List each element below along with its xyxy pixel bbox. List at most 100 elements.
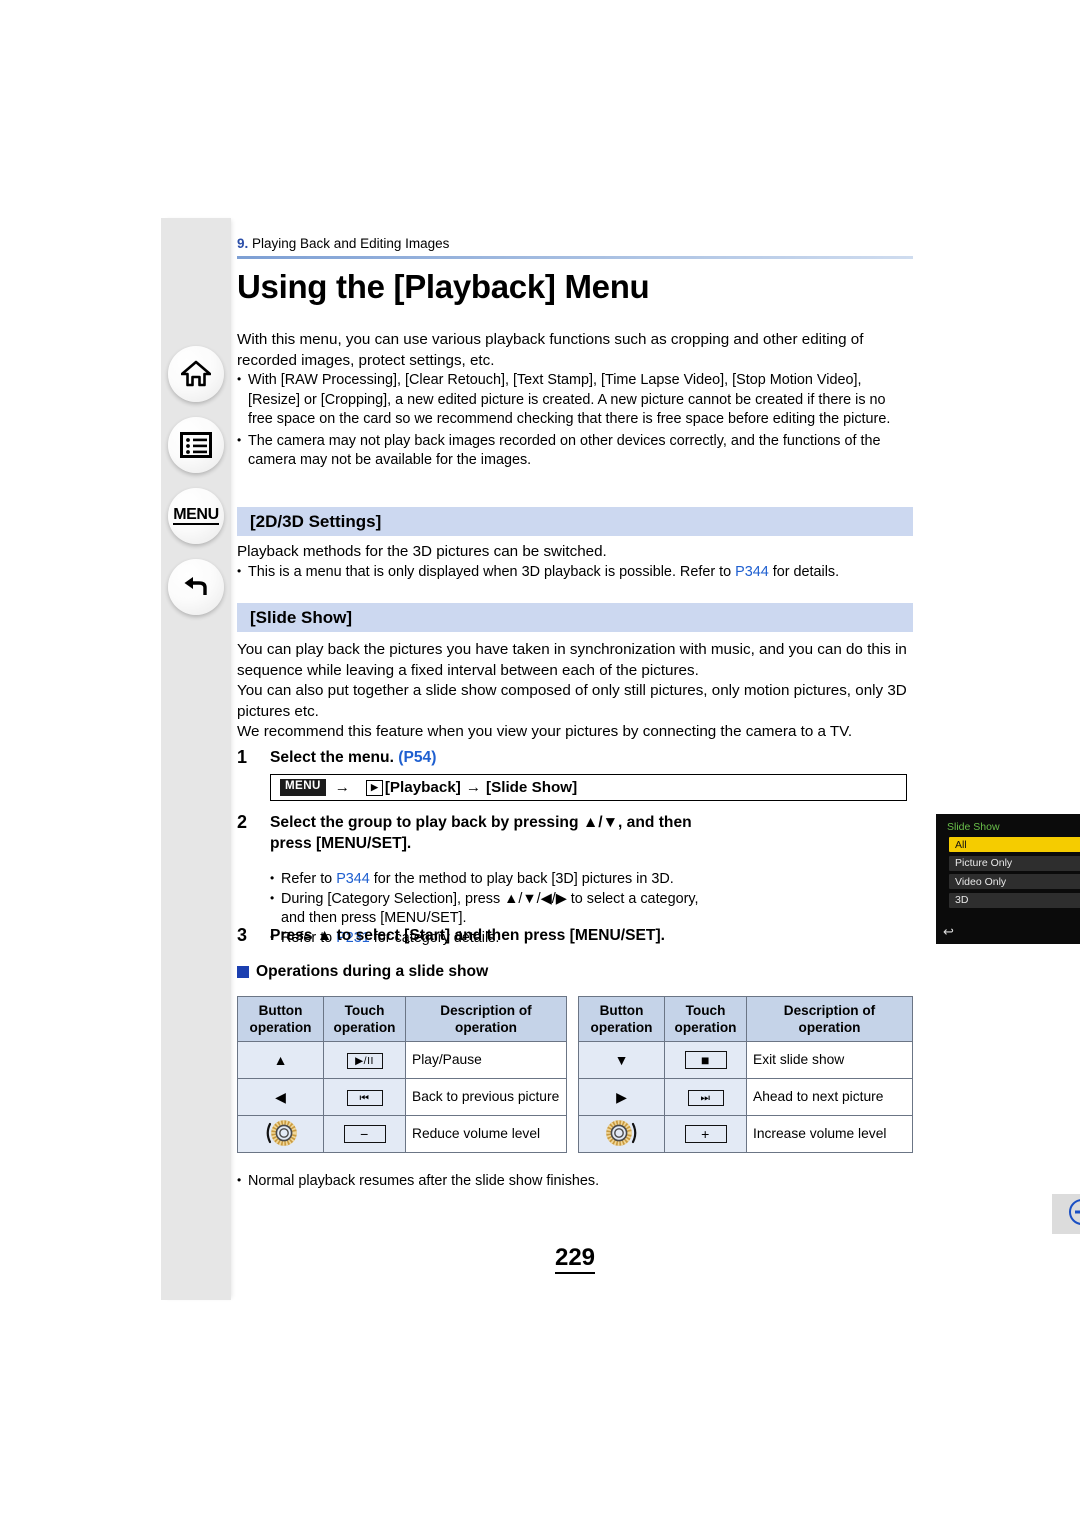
bullet-post: for the method to play back [3D] picture… (369, 871, 674, 887)
description-cell: Reduce volume level (405, 1115, 567, 1153)
col-line1: Description of (783, 1002, 876, 1018)
menu-button[interactable]: MENU (168, 488, 224, 544)
camera-screen-illustration: Slide Show All Picture Only Video Only 3… (936, 814, 1080, 944)
lcd-option-video-only[interactable]: Video Only (949, 874, 1080, 889)
col-line2: operation (674, 1020, 737, 1035)
touch-cell: ⏭ (664, 1078, 747, 1116)
step-3: 3 Press ▲ to select [Start] and then pre… (237, 925, 913, 946)
col-line1: Touch (685, 1002, 726, 1018)
plus-icon: + (684, 1125, 727, 1143)
page-link-P344-b[interactable]: P344 (336, 871, 370, 887)
button-cell: ◀ (237, 1078, 324, 1116)
operations-table-left: Button operation Touch operation Descrip… (237, 996, 567, 1153)
lcd-title: Slide Show (947, 821, 1000, 833)
section-heading-2d3d: [2D/3D Settings] (237, 507, 913, 536)
col-line1: Button (599, 1002, 644, 1018)
button-cell: ▶ (578, 1078, 665, 1116)
slideshow-paragraph-3: We recommend this feature when you view … (237, 723, 853, 740)
button-cell (237, 1115, 324, 1153)
back-button[interactable] (168, 559, 224, 615)
operations-subheading-label: Operations during a slide show (256, 963, 489, 980)
col-line1: Button (258, 1002, 303, 1018)
operations-subheading: Operations during a slide show (237, 963, 488, 981)
col-line1: Touch (344, 1002, 385, 1018)
table-row: ▲ ▶/II Play/Pause (237, 1041, 567, 1079)
chapter-number: 9. (237, 236, 249, 251)
page-title: Using the [Playback] Menu (237, 268, 650, 305)
touch-cell: − (323, 1115, 406, 1153)
blue-square-bullet-icon (237, 966, 249, 978)
table-row: + Increase volume level (578, 1115, 913, 1153)
contents-button[interactable] (168, 417, 224, 473)
button-cell: ▼ (578, 1041, 665, 1079)
description-cell: Increase volume level (746, 1115, 913, 1153)
list-item: Refer to P344 for the method to play bac… (270, 869, 710, 890)
dial-rotate-left-icon (261, 1119, 301, 1150)
col-description: Description of operation (746, 996, 913, 1042)
contents-list-icon (180, 432, 212, 458)
step-3-text: Press ▲ to select [Start] and then press… (270, 927, 665, 944)
list-item: Normal playback resumes after the slide … (237, 1171, 913, 1192)
home-icon (181, 360, 211, 388)
dial-rotate-right-icon (602, 1119, 642, 1150)
slideshow-paragraph-2: You can also put together a slide show c… (237, 682, 907, 720)
final-note-list: Normal playback resumes after the slide … (237, 1171, 913, 1192)
right-arrow-icon: ▶ (616, 1088, 627, 1105)
down-arrow-icon: ▼ (614, 1051, 629, 1068)
lcd-option-list: All Picture Only Video Only 3D ▲ 1/2 ▼ (943, 837, 1080, 908)
description-cell: Back to previous picture (405, 1078, 567, 1116)
table-row: ▼ ■ Exit slide show (578, 1041, 913, 1079)
description-cell: Play/Pause (405, 1041, 567, 1079)
lcd-option-3d[interactable]: 3D (949, 892, 1080, 908)
table-row: − Reduce volume level (237, 1115, 567, 1153)
button-cell (578, 1115, 665, 1153)
col-line1: Description of (440, 1002, 532, 1018)
slideshow-menu-label: [Slide Show] (486, 779, 578, 796)
list-item: This is a menu that is only displayed wh… (237, 562, 913, 583)
playback-menu-label: [Playback] (384, 779, 461, 796)
menu-path-box: MENU → ▶ [Playback] → [Slide Show] (270, 774, 907, 801)
touch-cell: + (664, 1115, 747, 1153)
up-arrow-icon: ▲ (273, 1051, 288, 1068)
table-header-row: Button operation Touch operation Descrip… (237, 996, 567, 1042)
play-pause-icon: ▶/II (346, 1052, 383, 1069)
col-line2: operation (455, 1020, 517, 1035)
menu-chip[interactable]: MENU (280, 778, 326, 797)
lcd-option-picture-only[interactable]: Picture Only (949, 855, 1080, 871)
lcd-back-icon[interactable]: ↩ (943, 924, 954, 940)
touch-cell: ⏮ (323, 1078, 406, 1116)
description-cell: Exit slide show (746, 1041, 913, 1079)
button-cell: ▲ (237, 1041, 324, 1079)
list-item: During [Category Selection], press ▲/▼/◀… (270, 889, 710, 929)
col-line2: operation (333, 1020, 396, 1035)
navigation-sidebar: MENU (161, 218, 231, 1300)
step-2-number: 2 (237, 812, 248, 832)
bullet-post: for details. (768, 564, 840, 580)
section-heading-slideshow: [Slide Show] (237, 603, 913, 632)
lcd-option-all[interactable]: All (949, 837, 1080, 852)
table-row: ▶ ⏭ Ahead to next picture (578, 1078, 913, 1116)
page-link-P344[interactable]: P344 (735, 564, 769, 580)
arrow-right-circle-icon (1068, 1198, 1080, 1231)
home-button[interactable] (168, 346, 224, 402)
menu-label: MENU (173, 506, 219, 526)
list-item: The camera may not play back images reco… (237, 431, 913, 471)
step-1-text: Select the menu. (P54) (270, 747, 877, 768)
col-line2: operation (798, 1020, 861, 1035)
col-description: Description of operation (405, 996, 567, 1042)
step-2: 2 Select the group to play back by press… (237, 812, 692, 854)
chapter-breadcrumb: 9. Playing Back and Editing Images (237, 236, 913, 251)
section-2d3d-paragraph: Playback methods for the 3D pictures can… (237, 543, 607, 560)
next-page-button[interactable] (1052, 1194, 1080, 1234)
step-2-text: Select the group to play back by pressin… (270, 814, 692, 852)
slideshow-paragraph-1: You can play back the pictures you have … (237, 641, 907, 679)
minus-icon: − (343, 1125, 386, 1143)
list-item: With [RAW Processing], [Clear Retouch], … (237, 370, 913, 430)
touch-cell: ▶/II (323, 1041, 406, 1079)
skip-previous-icon: ⏮ (346, 1089, 383, 1106)
page-link-P54[interactable]: (P54) (398, 749, 436, 766)
playback-mode-icon: ▶ (365, 779, 383, 796)
back-arrow-icon (181, 573, 211, 601)
intro-bullet-list: With [RAW Processing], [Clear Retouch], … (237, 370, 913, 471)
skip-next-icon: ⏭ (687, 1089, 724, 1106)
